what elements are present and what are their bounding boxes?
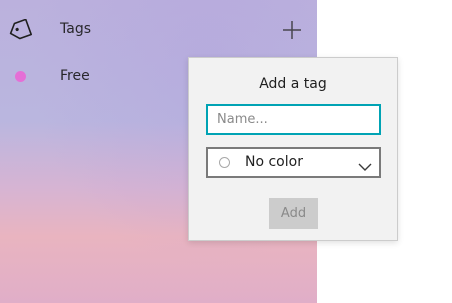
- tag-name-input[interactable]: [206, 104, 381, 135]
- add-tag-flyout: Add a tag No color Add: [188, 57, 398, 241]
- add-button[interactable]: Add: [269, 198, 318, 229]
- chevron-down-icon: [358, 157, 372, 171]
- tags-title: Tags: [60, 21, 91, 37]
- sidebar-item-free[interactable]: Free: [0, 60, 190, 94]
- tag-icon: [8, 18, 36, 41]
- tags-header: Tags: [0, 12, 317, 50]
- empty-color-circle-icon: [219, 157, 230, 168]
- tag-color-dropdown[interactable]: No color: [206, 147, 381, 178]
- add-tag-plus-icon[interactable]: [281, 19, 303, 41]
- app-window: Tags Free Add a tag No color Ad: [0, 0, 452, 303]
- flyout-title: Add a tag: [259, 76, 327, 92]
- selected-color-label: No color: [245, 154, 303, 170]
- sidebar-item-label: Free: [60, 68, 90, 84]
- tag-color-dot: [15, 71, 26, 82]
